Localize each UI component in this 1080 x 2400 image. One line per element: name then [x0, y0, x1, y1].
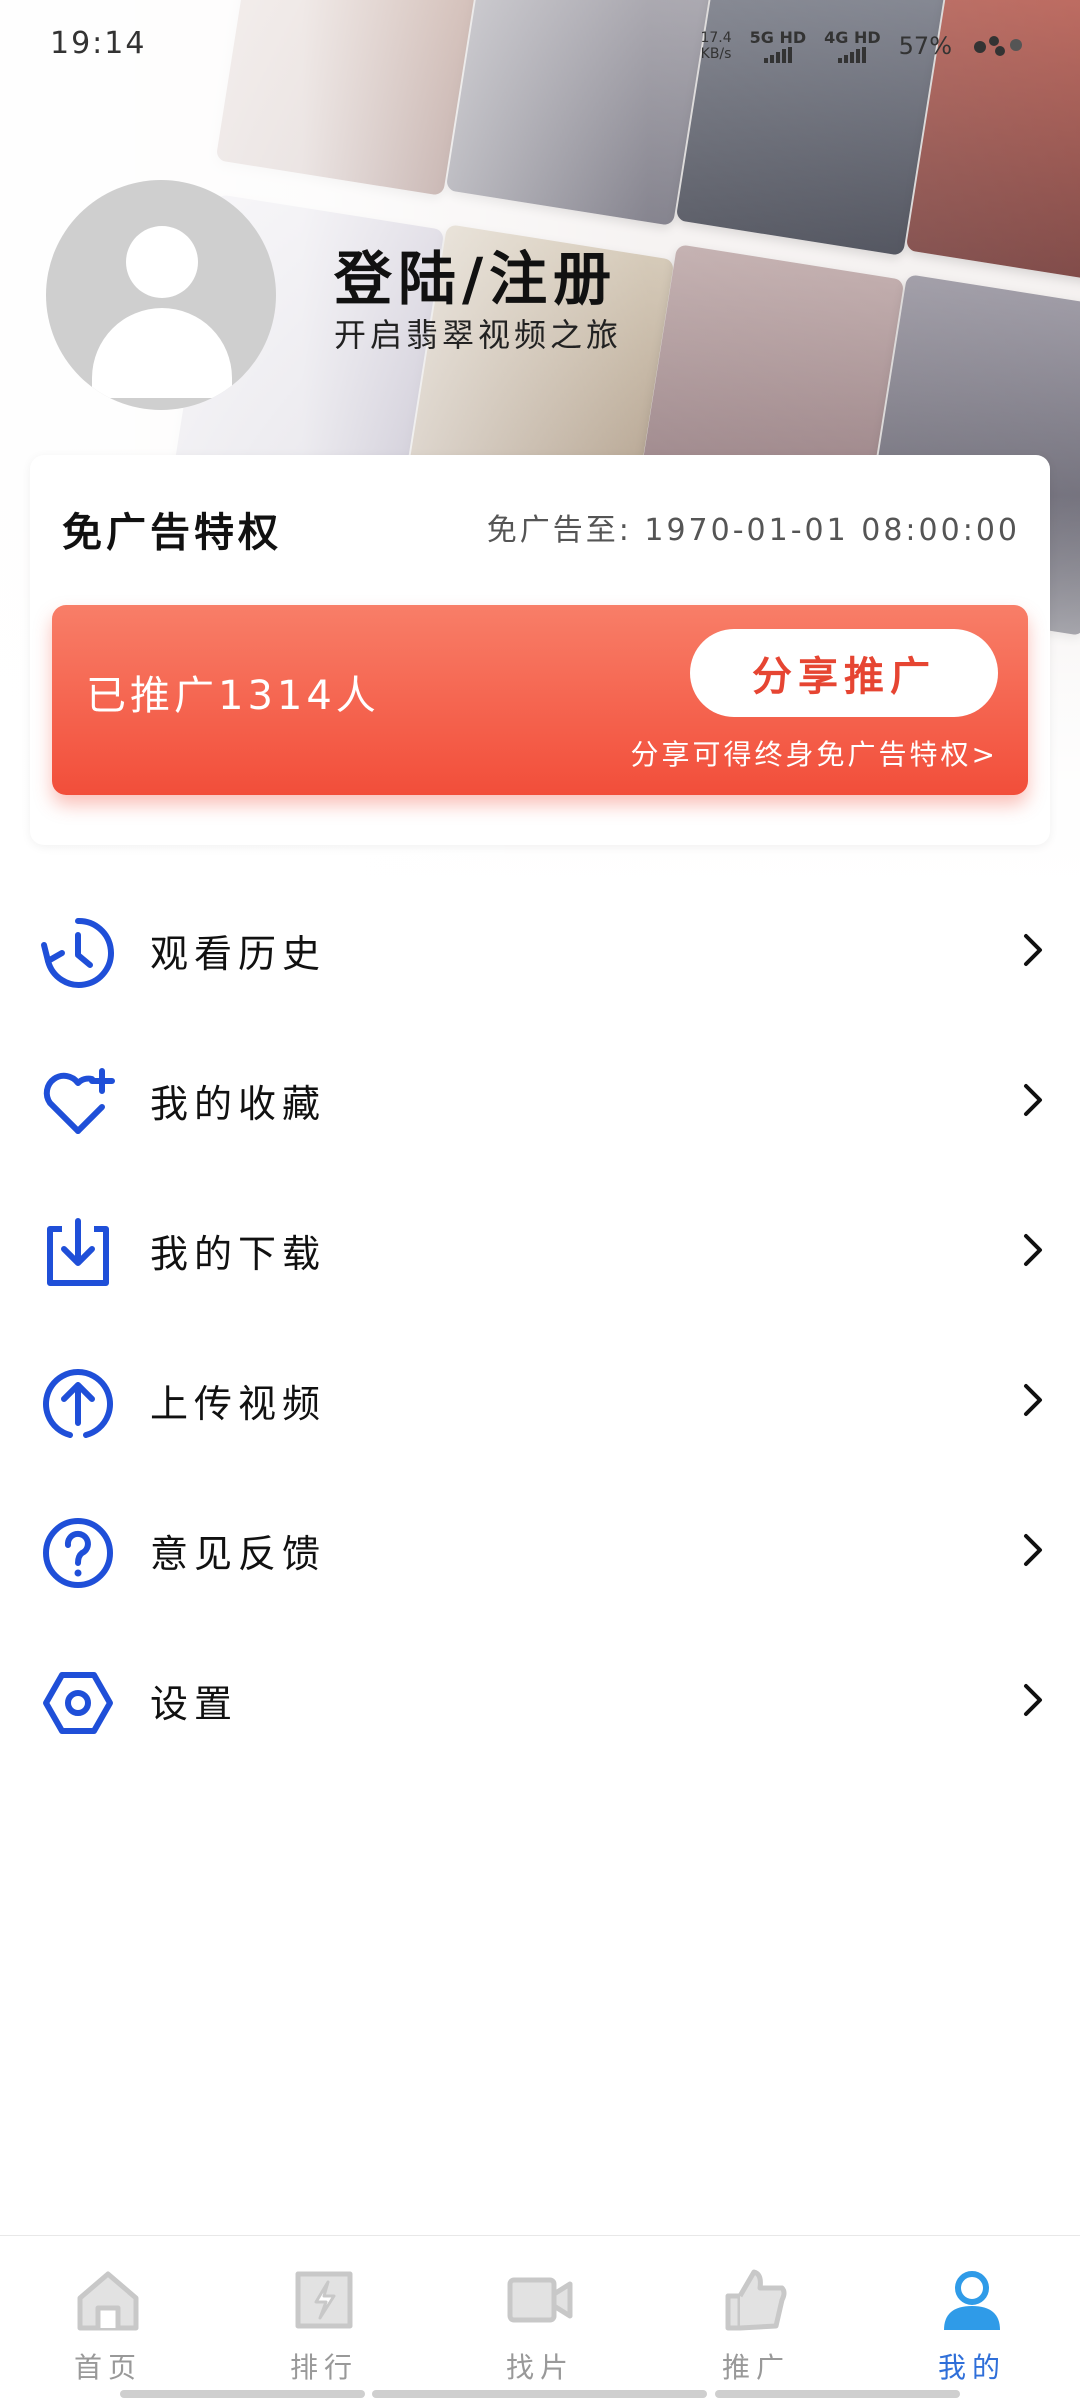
favorite-icon	[43, 1068, 115, 1134]
status-bar: 19:14 17.4 KB/s 5G HD 4G HD 57%	[0, 0, 1080, 90]
feedback-icon	[43, 1518, 113, 1588]
menu-list: 观看历史 我的收藏 我的下载 上传视频 意见反馈 设置	[0, 875, 1080, 1775]
nav-item-promote[interactable]: 推广	[648, 2236, 864, 2386]
download-icon	[47, 1218, 109, 1286]
menu-item-feedback[interactable]: 意见反馈	[0, 1475, 1080, 1625]
signal-5g: 5G HD	[750, 28, 806, 63]
gesture-bar	[120, 2390, 365, 2398]
signal-bars-icon	[838, 47, 867, 63]
nav-label: 首页	[73, 2351, 142, 2384]
ad-free-title: 免广告特权	[62, 510, 282, 556]
thumbs-up-icon	[725, 2269, 787, 2331]
menu-label: 观看历史	[150, 931, 327, 976]
chevron-right-icon	[1024, 1384, 1042, 1416]
notification-icon	[974, 35, 1022, 56]
menu-item-history[interactable]: 观看历史	[0, 875, 1080, 1025]
menu-label: 意见反馈	[150, 1531, 327, 1576]
nav-label: 找片	[505, 2351, 574, 2384]
avatar-body-icon	[92, 308, 232, 398]
promoted-count: 已推广1314人	[86, 673, 380, 719]
history-icon	[41, 917, 114, 988]
avatar[interactable]	[46, 180, 276, 410]
bottom-navigation: 首页 排行 找片 推广 我的	[0, 2235, 1080, 2400]
status-indicators: 17.4 KB/s 5G HD 4G HD 57%	[700, 28, 1030, 63]
chevron-right-icon	[1024, 934, 1042, 966]
user-icon	[944, 2271, 1000, 2330]
nav-item-ranking[interactable]: 排行	[216, 2236, 432, 2386]
avatar-head-icon	[126, 226, 198, 298]
video-camera-icon	[507, 2277, 573, 2323]
share-hint-link[interactable]: 分享可得终身免广告特权>	[631, 733, 998, 773]
nav-label: 我的	[937, 2351, 1006, 2384]
home-icon	[77, 2271, 139, 2331]
promotion-banner[interactable]: 已推广1314人 分享推广 分享可得终身免广告特权>	[52, 605, 1028, 795]
chevron-right-icon	[1024, 1534, 1042, 1566]
menu-item-downloads[interactable]: 我的下载	[0, 1175, 1080, 1325]
nav-item-home[interactable]: 首页	[0, 2236, 216, 2386]
status-time: 19:14	[50, 26, 147, 61]
nav-label: 推广	[721, 2351, 790, 2384]
nav-item-find-video[interactable]: 找片	[432, 2236, 648, 2386]
menu-item-favorites[interactable]: 我的收藏	[0, 1025, 1080, 1175]
chevron-right-icon	[1024, 1234, 1042, 1266]
nav-item-mine[interactable]: 我的	[864, 2236, 1080, 2386]
settings-icon	[43, 1672, 113, 1734]
profile-subtitle: 开启翡翠视频之旅	[334, 316, 623, 354]
menu-item-upload[interactable]: 上传视频	[0, 1325, 1080, 1475]
menu-label: 我的下载	[150, 1231, 327, 1276]
chevron-right-icon	[1024, 1084, 1042, 1116]
signal-bars-icon	[763, 47, 792, 63]
gesture-bar	[372, 2390, 707, 2398]
menu-label: 我的收藏	[150, 1081, 327, 1126]
share-promote-button[interactable]: 分享推广	[690, 629, 998, 717]
login-register-link[interactable]: 登陆/注册	[334, 232, 617, 316]
ad-free-card: 免广告特权 免广告至: 1970-01-01 08:00:00 已推广1314人…	[30, 455, 1050, 845]
gesture-bar	[715, 2390, 960, 2398]
signal-4g: 4G HD	[824, 28, 881, 63]
upload-icon	[43, 1369, 113, 1438]
menu-label: 设置	[150, 1681, 239, 1726]
battery-level: 57%	[898, 31, 952, 60]
nav-label: 排行	[289, 2351, 358, 2384]
menu-item-settings[interactable]: 设置	[0, 1625, 1080, 1775]
chevron-right-icon	[1024, 1684, 1042, 1716]
menu-label: 上传视频	[150, 1381, 327, 1426]
network-speed: 17.4 KB/s	[700, 29, 732, 62]
ranking-icon	[295, 2271, 353, 2329]
ad-free-expire: 免广告至: 1970-01-01 08:00:00	[486, 513, 1020, 548]
